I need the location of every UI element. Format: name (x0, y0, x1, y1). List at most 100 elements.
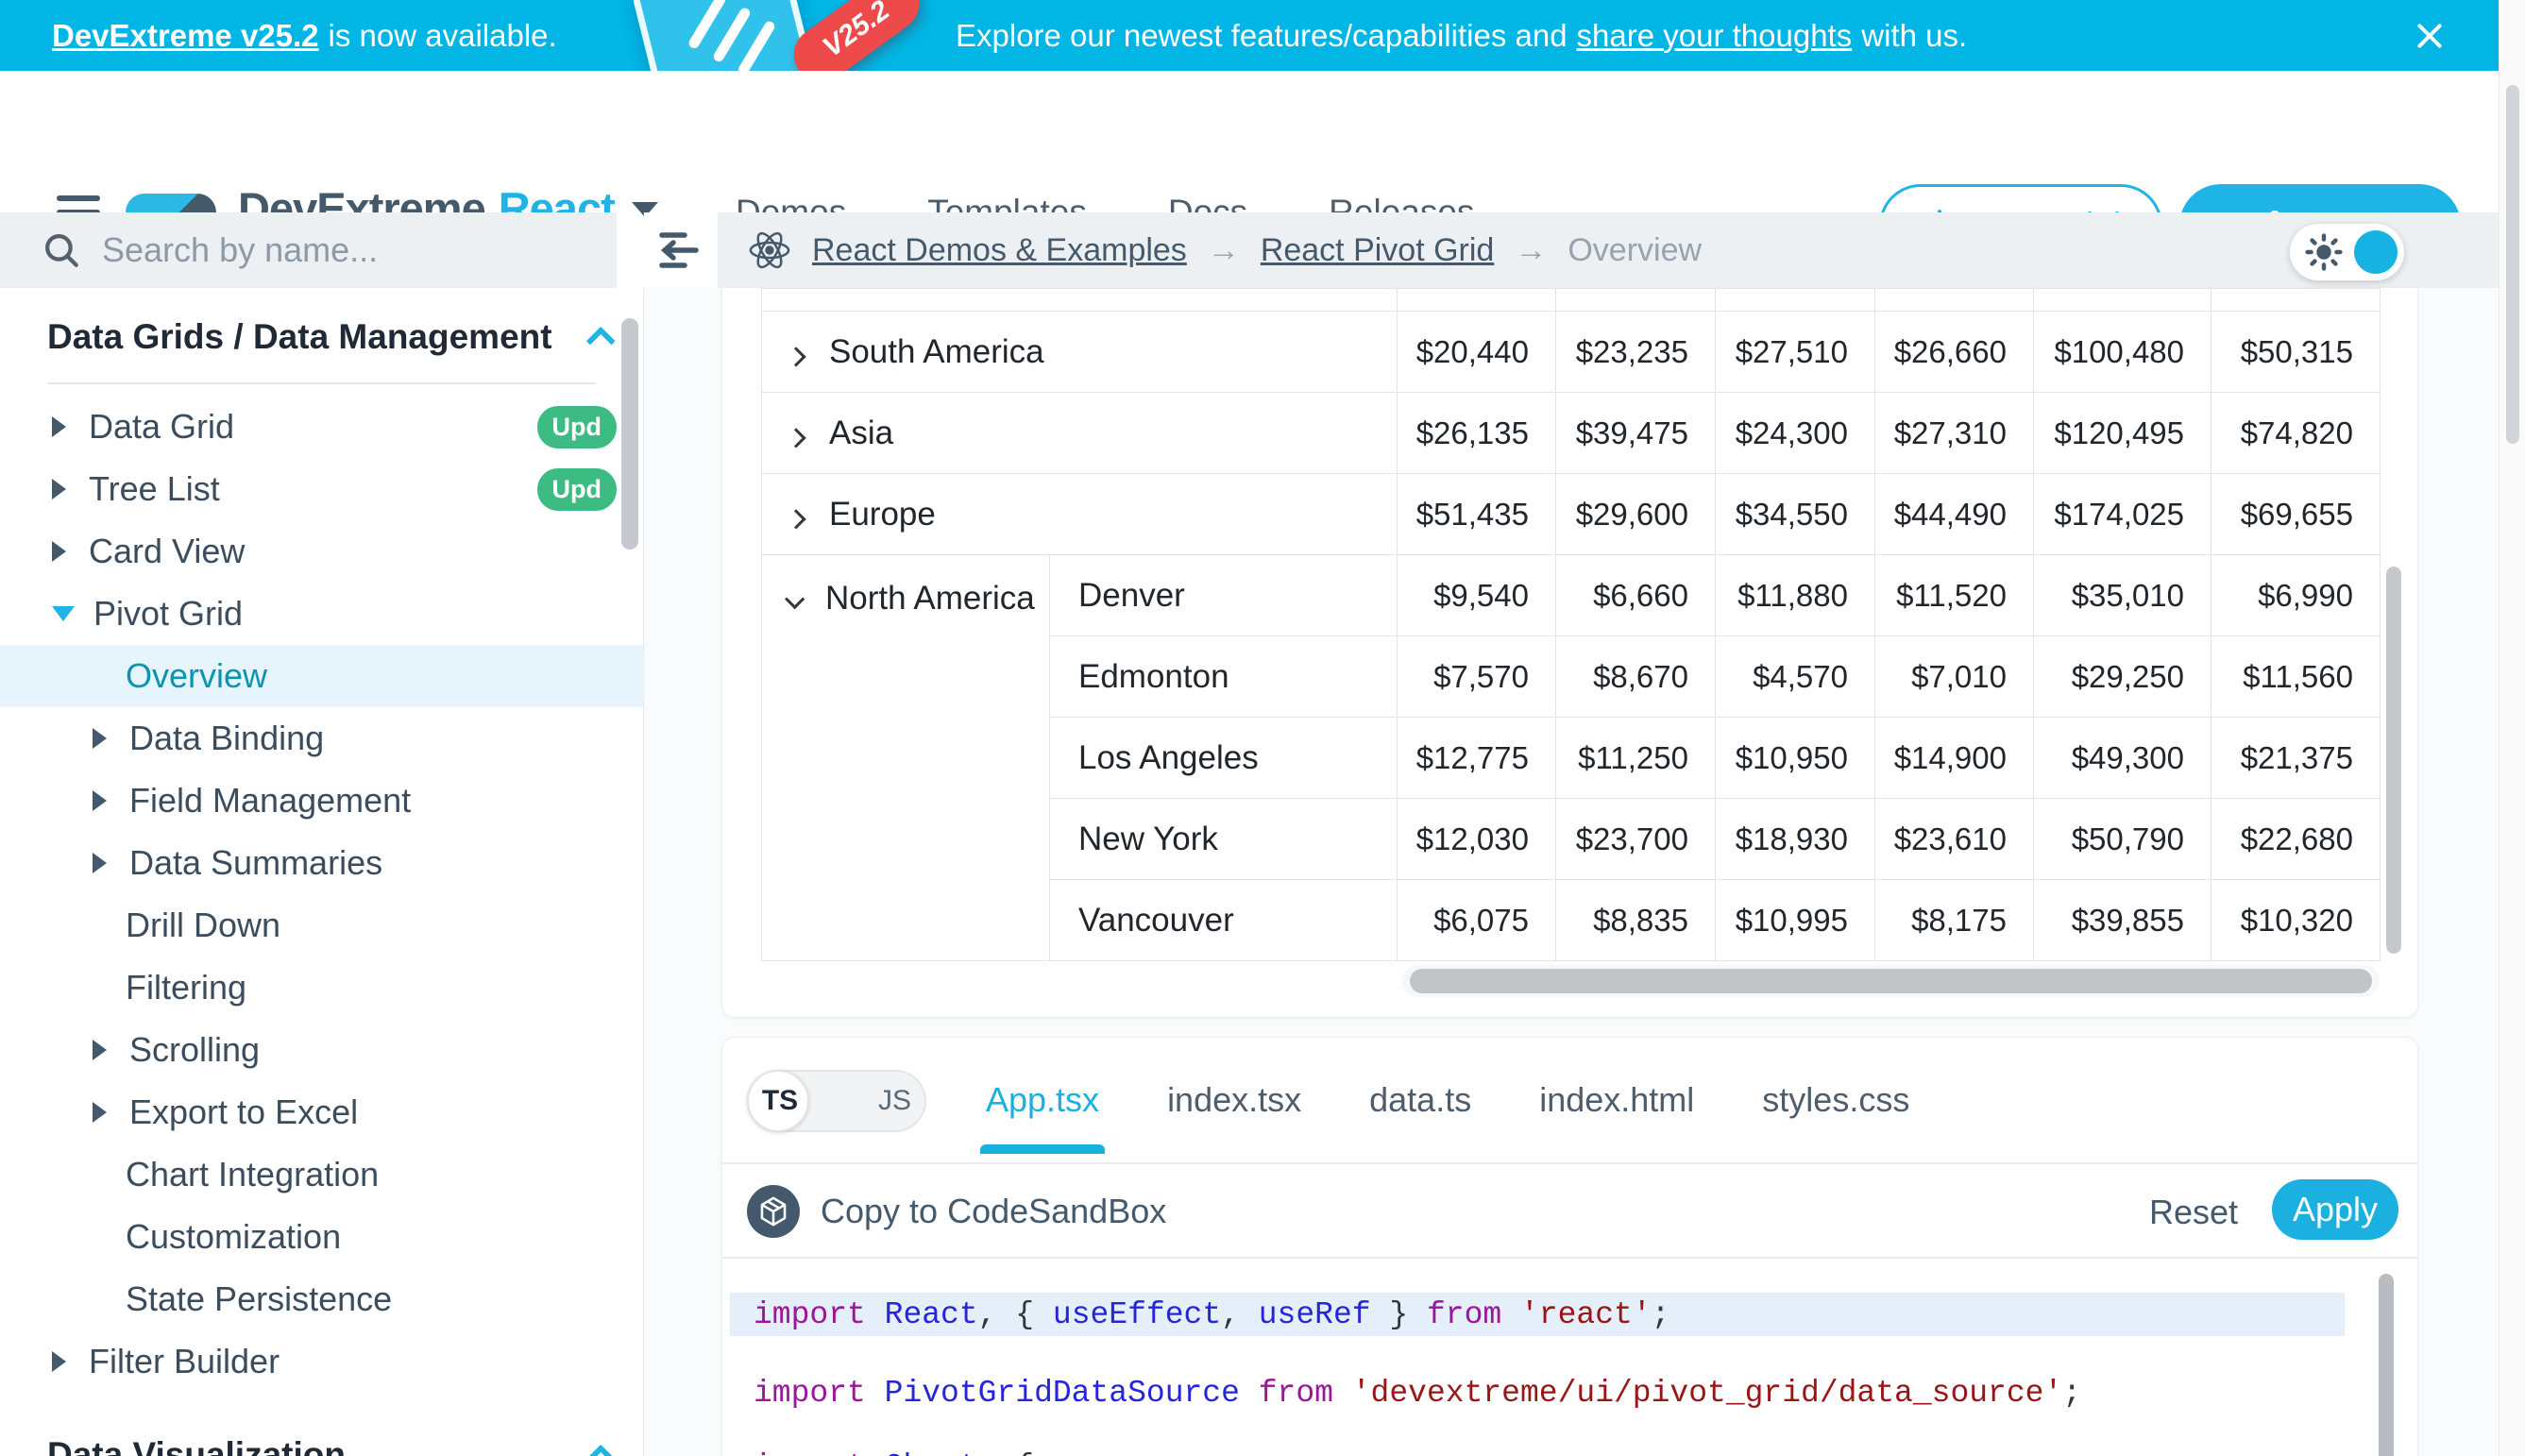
sidebar-item-tree-list[interactable]: Tree ListUpd (0, 458, 643, 520)
collapse-chevron-icon[interactable] (785, 589, 805, 609)
breadcrumb: React Demos & Examples → React Pivot Gri… (718, 212, 2499, 288)
sidebar-item-card-view[interactable]: Card View (0, 520, 643, 583)
ts-option[interactable]: TS (749, 1072, 811, 1130)
sidebar-item-customization[interactable]: Customization (0, 1206, 643, 1268)
search-input[interactable]: Search by name... (0, 212, 617, 288)
pivot-value-cell: $26,660 (1875, 312, 2034, 393)
main-content: South America$20,440$23,235$27,510$26,66… (644, 288, 2525, 1456)
pivot-value-cell: $174,025 (2034, 474, 2211, 555)
caret-right-icon (52, 479, 66, 499)
sidebar-scrollbar[interactable] (621, 318, 638, 550)
caret-right-icon (93, 728, 107, 749)
apply-button[interactable]: Apply (2272, 1179, 2398, 1240)
devextreme-logo-art: V25.2 (585, 0, 925, 71)
sidebar-item-filter-builder[interactable]: Filter Builder (0, 1330, 643, 1393)
collapse-sidebar-icon (658, 229, 703, 271)
pivot-city-cell: Denver (1050, 555, 1398, 636)
page-scrollbar-thumb[interactable] (2506, 85, 2519, 444)
caret-right-icon (52, 1351, 66, 1372)
sidebar-item-label: Field Management (129, 781, 411, 821)
sidebar-item-data-summaries[interactable]: Data Summaries (0, 832, 643, 894)
pivot-horizontal-scrollbar-track (1402, 965, 2380, 997)
sidebar-item-label: Data Binding (129, 719, 324, 758)
pivot-region-cell[interactable]: Asia (762, 393, 1398, 474)
sidebar-item-label: Data Summaries (129, 843, 382, 883)
sidebar-item-label: State Persistence (126, 1279, 392, 1319)
sidebar-item-overview[interactable]: Overview (0, 645, 643, 707)
sidebar-item-pivot-grid[interactable]: Pivot Grid (0, 583, 643, 645)
pivot-value-cell: $27,510 (1716, 312, 1875, 393)
close-icon[interactable] (2414, 20, 2446, 52)
search-placeholder: Search by name... (102, 230, 378, 270)
sidebar-section-header[interactable]: Data Visualization (0, 1417, 643, 1456)
file-tab-styles-css[interactable]: styles.css (1762, 1080, 1909, 1120)
sidebar-item-label: Export to Excel (129, 1092, 358, 1132)
breadcrumb-link-pivot-grid[interactable]: React Pivot Grid (1261, 232, 1495, 269)
theme-toggle[interactable] (2290, 224, 2404, 280)
copy-to-codesandbox-button[interactable]: Copy to CodeSandBox (747, 1185, 1166, 1238)
banner-version-link[interactable]: DevExtreme v25.2 (52, 18, 319, 54)
banner-message: Explore our newest features/capabilities… (956, 0, 1967, 71)
caret-right-icon (52, 541, 66, 562)
code-editor[interactable]: import React, { useEffect, useRef } from… (722, 1259, 2417, 1456)
caret-right-icon (93, 1040, 107, 1060)
ts-js-toggle[interactable]: TS JS (747, 1070, 926, 1132)
chevron-up-icon (586, 327, 616, 356)
sidebar-item-chart-integration[interactable]: Chart Integration (0, 1143, 643, 1206)
file-tab-data-ts[interactable]: data.ts (1369, 1080, 1471, 1120)
pivot-region-cell[interactable]: South America (762, 312, 1398, 393)
pivot-value-cell: $26,135 (1398, 393, 1556, 474)
pivot-grid-table: South America$20,440$23,235$27,510$26,66… (761, 288, 2381, 961)
sidebar-item-state-persistence[interactable]: State Persistence (0, 1268, 643, 1330)
pivot-region-cell[interactable]: Europe (762, 474, 1398, 555)
sidebar-item-label: Customization (126, 1217, 341, 1257)
pivot-value-cell: $22,680 (2211, 799, 2381, 880)
pivot-value-cell: $74,820 (2211, 393, 2381, 474)
code-scrollbar[interactable] (2379, 1274, 2394, 1456)
pivot-region-row: Asia$26,135$39,475$24,300$27,310$120,495… (762, 393, 2381, 474)
code-actions-row: Copy to CodeSandBox Reset Apply (722, 1164, 2417, 1259)
sidebar-item-label: Filter Builder (89, 1342, 280, 1381)
pivot-region-cell[interactable]: North America (762, 555, 1050, 961)
pivot-grid-card: South America$20,440$23,235$27,510$26,66… (721, 288, 2418, 1018)
announcement-banner: DevExtreme v25.2 is now available. V25.2… (0, 0, 2525, 71)
expand-chevron-icon[interactable] (786, 428, 805, 448)
version-badge: V25.2 (783, 0, 929, 71)
sidebar-item-scrolling[interactable]: Scrolling (0, 1019, 643, 1081)
caret-right-icon (93, 790, 107, 811)
breadcrumb-link-demos[interactable]: React Demos & Examples (812, 232, 1187, 269)
pivot-horizontal-scrollbar[interactable] (1410, 969, 2372, 993)
caret-down-icon (52, 606, 75, 621)
sidebar-item-filtering[interactable]: Filtering (0, 957, 643, 1019)
sidebar-item-data-binding[interactable]: Data Binding (0, 707, 643, 770)
site-header: JS DevExtremeReact by DevExpress DemosTe… (0, 71, 2525, 212)
sidebar-item-field-management[interactable]: Field Management (0, 770, 643, 832)
pivot-value-cell: $34,550 (1716, 474, 1875, 555)
devextreme-cube-icon (627, 0, 820, 71)
expand-chevron-icon[interactable] (786, 509, 805, 529)
sidebar-section-header[interactable]: Data Grids / Data Management (0, 299, 643, 375)
file-tab-index-tsx[interactable]: index.tsx (1167, 1080, 1301, 1120)
caret-right-icon (93, 1102, 107, 1123)
page-scrollbar[interactable] (2499, 0, 2525, 1456)
pivot-value-cell: $11,880 (1716, 555, 1875, 636)
sidebar-item-export-to-excel[interactable]: Export to Excel (0, 1081, 643, 1143)
reset-button[interactable]: Reset (2149, 1193, 2238, 1232)
expand-chevron-icon[interactable] (786, 347, 805, 366)
pivot-vertical-scrollbar[interactable] (2386, 567, 2401, 954)
pivot-city-cell: Los Angeles (1050, 718, 1398, 799)
js-option[interactable]: JS (878, 1072, 911, 1130)
sidebar-item-data-grid[interactable]: Data GridUpd (0, 396, 643, 458)
share-thoughts-link[interactable]: share your thoughts (1577, 18, 1853, 54)
pivot-value-cell: $7,570 (1398, 636, 1556, 718)
pivot-city-cell: New York (1050, 799, 1398, 880)
pivot-value-cell: $23,610 (1875, 799, 2034, 880)
file-tab-index-html[interactable]: index.html (1539, 1080, 1694, 1120)
collapse-sidebar-button[interactable] (644, 212, 718, 288)
pivot-value-cell: $10,320 (2211, 880, 2381, 961)
file-tab-app-tsx[interactable]: App.tsx (986, 1080, 1099, 1120)
pivot-value-cell: $10,995 (1716, 880, 1875, 961)
theme-toggle-knob[interactable] (2354, 230, 2398, 274)
pivot-value-cell: $6,660 (1556, 555, 1716, 636)
sidebar-item-drill-down[interactable]: Drill Down (0, 894, 643, 957)
